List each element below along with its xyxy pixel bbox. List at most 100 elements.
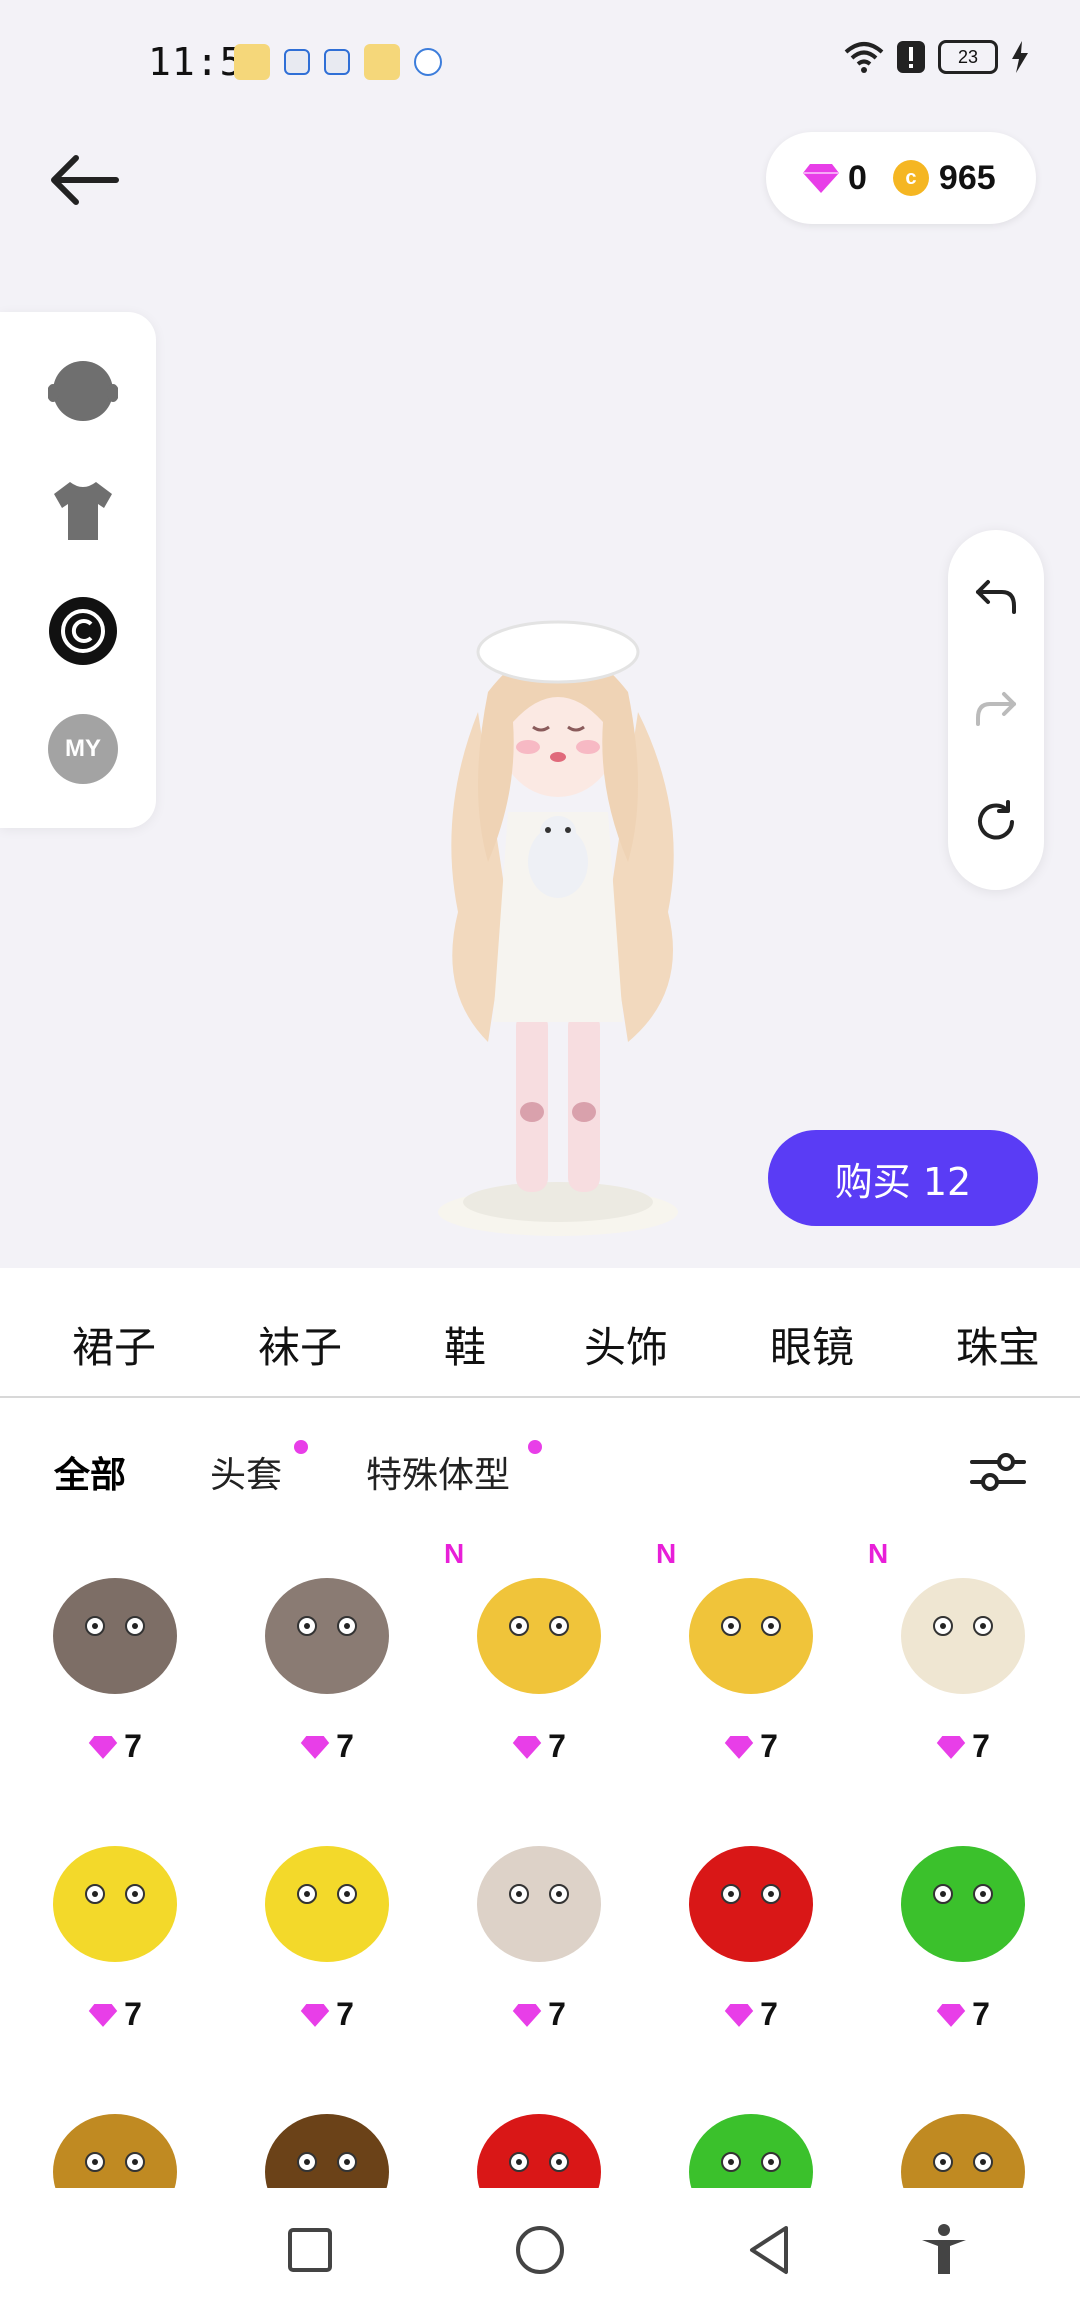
item-card[interactable]: N7 xyxy=(444,1538,634,1788)
head-icon xyxy=(48,361,118,421)
currency-balance[interactable]: 0 c 965 xyxy=(766,132,1036,224)
item-card[interactable] xyxy=(20,2074,210,2188)
gem-icon xyxy=(936,1735,966,1759)
new-badge: N xyxy=(444,1538,465,1569)
item-price-value: 7 xyxy=(972,1996,990,2032)
tab-headwear[interactable]: 头饰 xyxy=(584,1314,668,1375)
recent-apps-icon[interactable] xyxy=(280,2220,340,2280)
new-badge: N xyxy=(656,1538,677,1569)
coin-count: 965 xyxy=(938,158,996,197)
notification-app-icon xyxy=(234,44,270,80)
category-tabs: 裙子 袜子 鞋 头饰 眼镜 珠宝 xyxy=(0,1268,1080,1398)
item-price: 7 xyxy=(20,1996,210,2033)
item-price: 7 xyxy=(656,1996,846,2033)
item-card[interactable]: N7 xyxy=(868,1538,1058,1788)
gem-icon xyxy=(300,2003,330,2027)
item-price-value: 7 xyxy=(336,1728,354,1764)
notification-app-icon xyxy=(284,49,310,75)
item-price: 7 xyxy=(232,1728,422,1765)
item-price: 7 xyxy=(444,1996,634,2033)
item-card[interactable] xyxy=(444,2074,634,2188)
item-thumbnail xyxy=(477,2114,601,2188)
new-dot xyxy=(294,1440,308,1454)
filter-icon[interactable] xyxy=(966,1440,1030,1504)
side-item-clothes[interactable] xyxy=(48,476,118,546)
item-card[interactable]: N7 xyxy=(656,1538,846,1788)
item-price-value: 7 xyxy=(124,1728,142,1764)
item-price-value: 7 xyxy=(336,1996,354,2032)
gem-icon xyxy=(512,1735,542,1759)
alert-icon xyxy=(897,41,925,73)
item-card[interactable]: 7 xyxy=(656,1806,846,2056)
sub-tabs: 全部 头套 特殊体型 xyxy=(0,1398,1080,1538)
notification-app-icon xyxy=(324,49,350,75)
gem-icon xyxy=(936,2003,966,2027)
gem-count: 0 xyxy=(848,158,867,197)
item-card[interactable]: 7 xyxy=(232,1538,422,1788)
reset-icon[interactable] xyxy=(972,798,1020,846)
tab-glasses[interactable]: 眼镜 xyxy=(770,1314,854,1375)
item-thumbnail xyxy=(901,1846,1025,1962)
side-item-copyright[interactable] xyxy=(48,596,118,666)
item-thumbnail xyxy=(689,2114,813,2188)
item-price-value: 7 xyxy=(548,1728,566,1764)
accessibility-icon[interactable] xyxy=(914,2220,974,2280)
item-card[interactable] xyxy=(656,2074,846,2188)
item-price-value: 7 xyxy=(548,1996,566,2032)
side-item-head[interactable] xyxy=(48,356,118,426)
gem-icon xyxy=(803,164,839,193)
item-card[interactable]: 7 xyxy=(20,1806,210,2056)
item-grid: 77N7N7N777777 xyxy=(0,1538,1080,2188)
gem-icon xyxy=(512,2003,542,2027)
new-dot xyxy=(528,1440,542,1454)
item-sheet: 裙子 袜子 鞋 头饰 眼镜 珠宝 全部 头套 特殊体型 77N7N7N77777… xyxy=(0,1268,1080,2310)
back-button[interactable] xyxy=(44,148,124,212)
item-card[interactable] xyxy=(868,2074,1058,2188)
shirt-icon xyxy=(54,482,112,540)
item-card[interactable]: 7 xyxy=(868,1806,1058,2056)
item-thumbnail xyxy=(53,1578,177,1694)
item-thumbnail xyxy=(265,2114,389,2188)
charging-icon xyxy=(1012,41,1028,73)
new-badge: N xyxy=(868,1538,889,1569)
home-icon[interactable] xyxy=(510,2220,570,2280)
item-thumbnail xyxy=(689,1578,813,1694)
item-price-value: 7 xyxy=(760,1996,778,2032)
avatar-preview[interactable] xyxy=(398,612,718,1252)
item-thumbnail xyxy=(53,2114,177,2188)
redo-icon[interactable] xyxy=(972,686,1020,734)
item-price: 7 xyxy=(444,1728,634,1765)
tab-socks[interactable]: 袜子 xyxy=(258,1314,342,1375)
tab-shoes[interactable]: 鞋 xyxy=(444,1314,486,1375)
item-card[interactable]: 7 xyxy=(444,1806,634,2056)
item-price-value: 7 xyxy=(124,1996,142,2032)
item-card[interactable] xyxy=(232,2074,422,2188)
undo-icon[interactable] xyxy=(972,574,1020,622)
item-thumbnail xyxy=(53,1846,177,1962)
item-thumbnail xyxy=(477,1578,601,1694)
gem-icon xyxy=(88,1735,118,1759)
subtab-special-body[interactable]: 特殊体型 xyxy=(366,1446,510,1498)
notification-icons xyxy=(234,44,442,80)
item-card[interactable]: 7 xyxy=(232,1806,422,2056)
side-item-my[interactable]: MY xyxy=(48,714,118,784)
item-card[interactable]: 7 xyxy=(20,1538,210,1788)
item-price: 7 xyxy=(656,1728,846,1765)
tab-skirt[interactable]: 裙子 xyxy=(72,1314,156,1375)
buy-button[interactable]: 购买 12 xyxy=(768,1130,1038,1226)
battery-icon: 23 xyxy=(938,40,998,74)
gem-icon xyxy=(724,2003,754,2027)
coin-icon: c xyxy=(892,160,929,196)
back-nav-icon[interactable] xyxy=(740,2220,800,2280)
item-price-value: 7 xyxy=(972,1728,990,1764)
subtab-all[interactable]: 全部 xyxy=(54,1446,126,1498)
subtab-head-cover[interactable]: 头套 xyxy=(210,1446,282,1498)
item-thumbnail xyxy=(477,1846,601,1962)
gem-icon xyxy=(724,1735,754,1759)
system-icons: 23 xyxy=(844,40,1030,74)
tab-jewelry[interactable]: 珠宝 xyxy=(956,1314,1040,1375)
notification-app-icon xyxy=(414,48,442,76)
side-category-panel: MY xyxy=(0,312,156,828)
item-thumbnail xyxy=(901,1578,1025,1694)
item-thumbnail xyxy=(689,1846,813,1962)
